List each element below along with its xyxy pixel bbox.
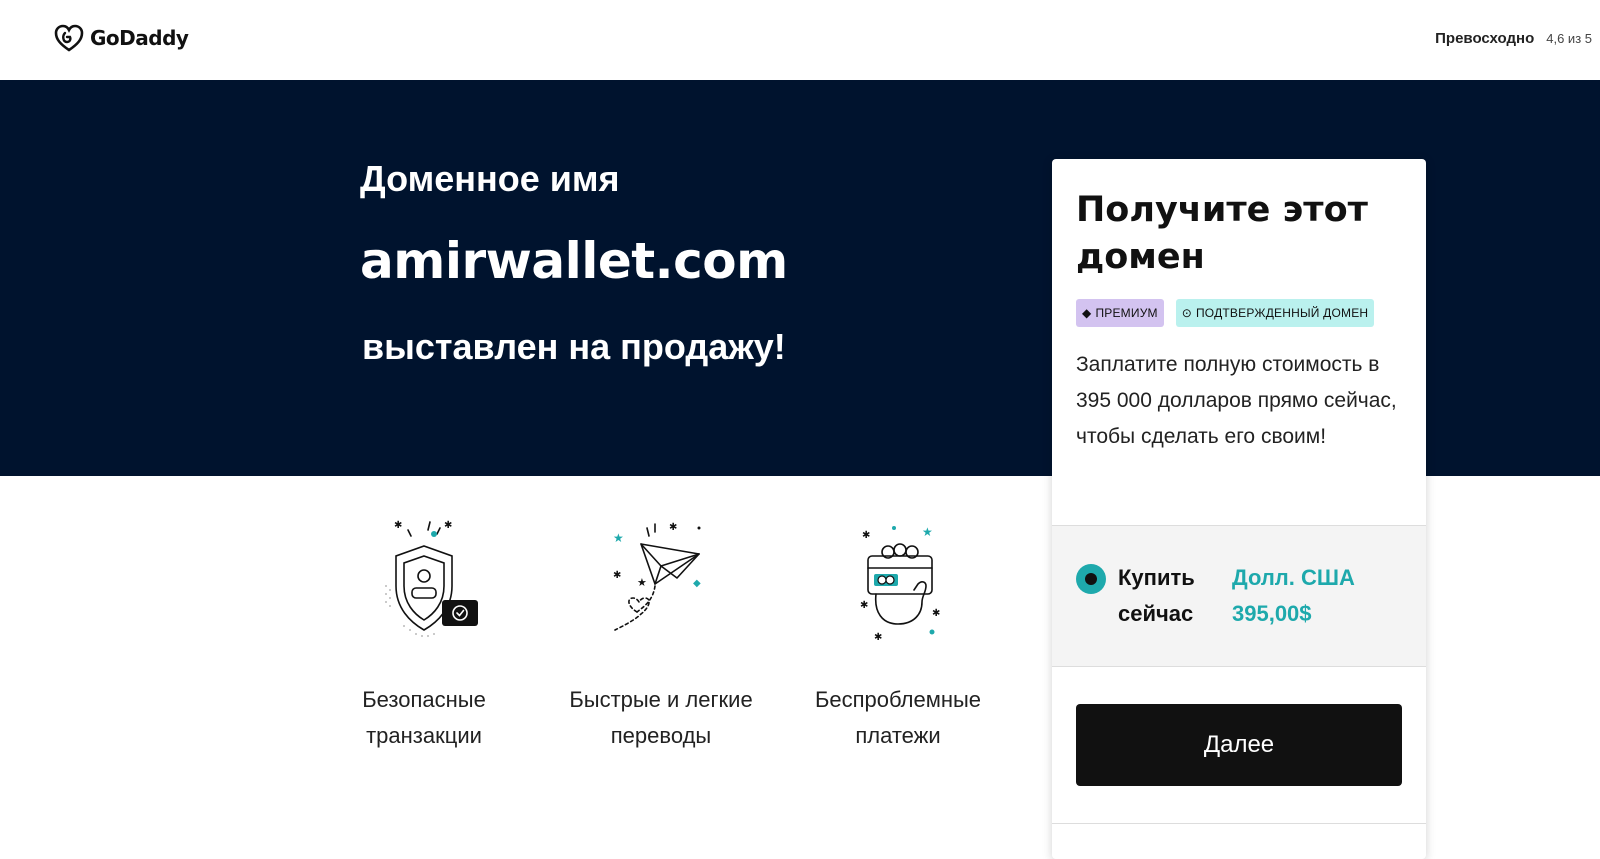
svg-text:◆: ◆ [693,578,701,589]
svg-text:✱: ✱ [669,522,677,533]
badges: ◆ ПРЕМИУМ ⊙ ПОДТВЕРЖДЕННЫЙ ДОМЕН [1076,299,1375,327]
svg-text:✱: ✱ [862,530,870,541]
check-circle-icon: ⊙ [1181,306,1192,320]
for-sale-text: выставлен на продажу! [362,326,786,367]
buy-now-price: Долл. США 395,00$ [1232,565,1355,626]
svg-text:★: ★ [637,576,647,589]
price-description: Заплатите полную стоимость в 395 000 дол… [1076,353,1397,448]
buy-now-label: Купить сейчас [1118,565,1195,626]
svg-text:✱: ✱ [394,520,402,531]
svg-text:✱: ✱ [932,608,940,619]
feature-label: Безопасные транзакции [362,687,486,748]
svg-text:★: ★ [613,531,624,545]
premium-badge: ◆ ПРЕМИУМ [1076,299,1164,327]
rating[interactable]: Превосходно 4,6 из 5 [1435,30,1592,47]
shield-check-icon: ✱ ✱ [385,520,478,637]
premium-badge-label: ПРЕМИУМ [1095,306,1158,320]
buy-now-option[interactable]: Купить сейчас Долл. США 395,00$ [1052,525,1426,667]
svg-text:✱: ✱ [860,600,868,611]
paper-plane-icon: ★ ✱ ✱ ★ ◆ [613,522,701,631]
purchase-card: Получите этот домен ◆ ПРЕМИУМ ⊙ ПОДТВЕРЖ… [1052,159,1426,859]
domain-name: amirwallet.com [360,232,788,290]
hero-subtitle: Доменное имя [360,158,620,199]
feature-secure-transactions: ✱ ✱ Безопасные транзакции [324,516,524,754]
card-divider [1052,823,1426,824]
top-bar: GoDaddy Превосходно 4,6 из 5 [0,0,1600,80]
brand-name: GoDaddy [90,26,189,50]
buy-now-radio[interactable] [1076,564,1106,594]
rating-value: 4,6 из 5 [1546,31,1592,46]
svg-text:✱: ✱ [874,632,882,643]
svg-text:✱: ✱ [444,520,452,531]
gem-icon: ◆ [1082,306,1092,320]
feature-label: Беспроблемные платежи [814,687,982,748]
card-payment-icon: ✱ ★ ✱ ✱ ✱ [860,525,940,643]
svg-text:★: ★ [922,525,933,539]
feature-easy-payments: ✱ ★ ✱ ✱ ✱ Беспроблемные платежи [798,516,998,754]
feature-label: Быстрые и легкие переводы [569,687,753,748]
verified-badge-label: ПОДТВЕРЖДЕННЫЙ ДОМЕН [1195,306,1369,320]
godaddy-logo[interactable]: GoDaddy [54,24,189,52]
godaddy-logo-icon [54,24,84,52]
verified-badge: ⊙ ПОДТВЕРЖДЕННЫЙ ДОМЕН [1175,299,1375,327]
next-button[interactable]: Далее [1076,704,1402,786]
svg-text:✱: ✱ [613,570,621,581]
card-title: Получите этот домен [1076,190,1368,277]
feature-fast-transfers: ★ ✱ ✱ ★ ◆ Быстрые и легкие переводы [561,516,761,754]
rating-label: Превосходно [1435,30,1535,47]
